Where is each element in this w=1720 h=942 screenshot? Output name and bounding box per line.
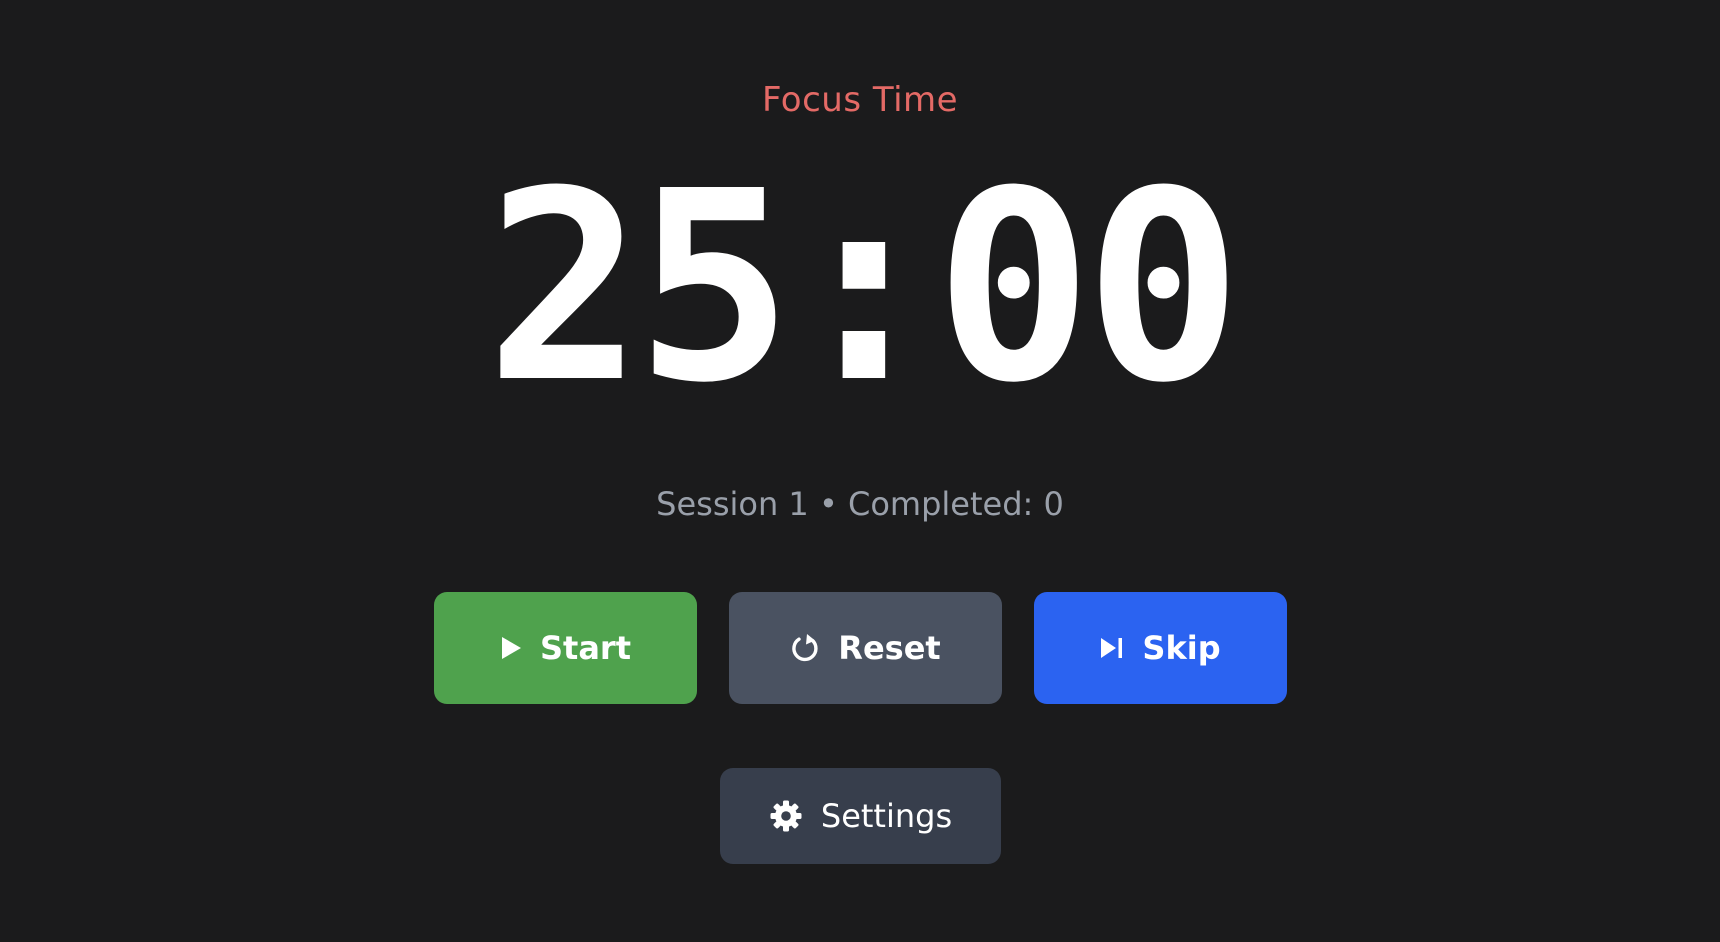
reset-button[interactable]: Reset	[729, 592, 1002, 704]
timer-controls: Start Reset Skip	[0, 592, 1720, 704]
gear-icon	[769, 799, 803, 833]
session-info: Session 1 • Completed: 0	[656, 485, 1064, 523]
settings-button-label: Settings	[820, 797, 953, 835]
skip-button[interactable]: Skip	[1034, 592, 1287, 704]
play-icon	[500, 636, 522, 660]
settings-button[interactable]: Settings	[720, 768, 1001, 864]
skip-button-label: Skip	[1142, 629, 1221, 667]
mode-label: Focus Time	[761, 80, 959, 120]
reset-button-label: Reset	[838, 629, 941, 667]
reset-icon	[790, 632, 820, 664]
timer-display: 25:00	[485, 135, 1243, 440]
start-button[interactable]: Start	[434, 592, 697, 704]
skip-forward-icon	[1100, 637, 1124, 659]
start-button-label: Start	[539, 629, 631, 667]
